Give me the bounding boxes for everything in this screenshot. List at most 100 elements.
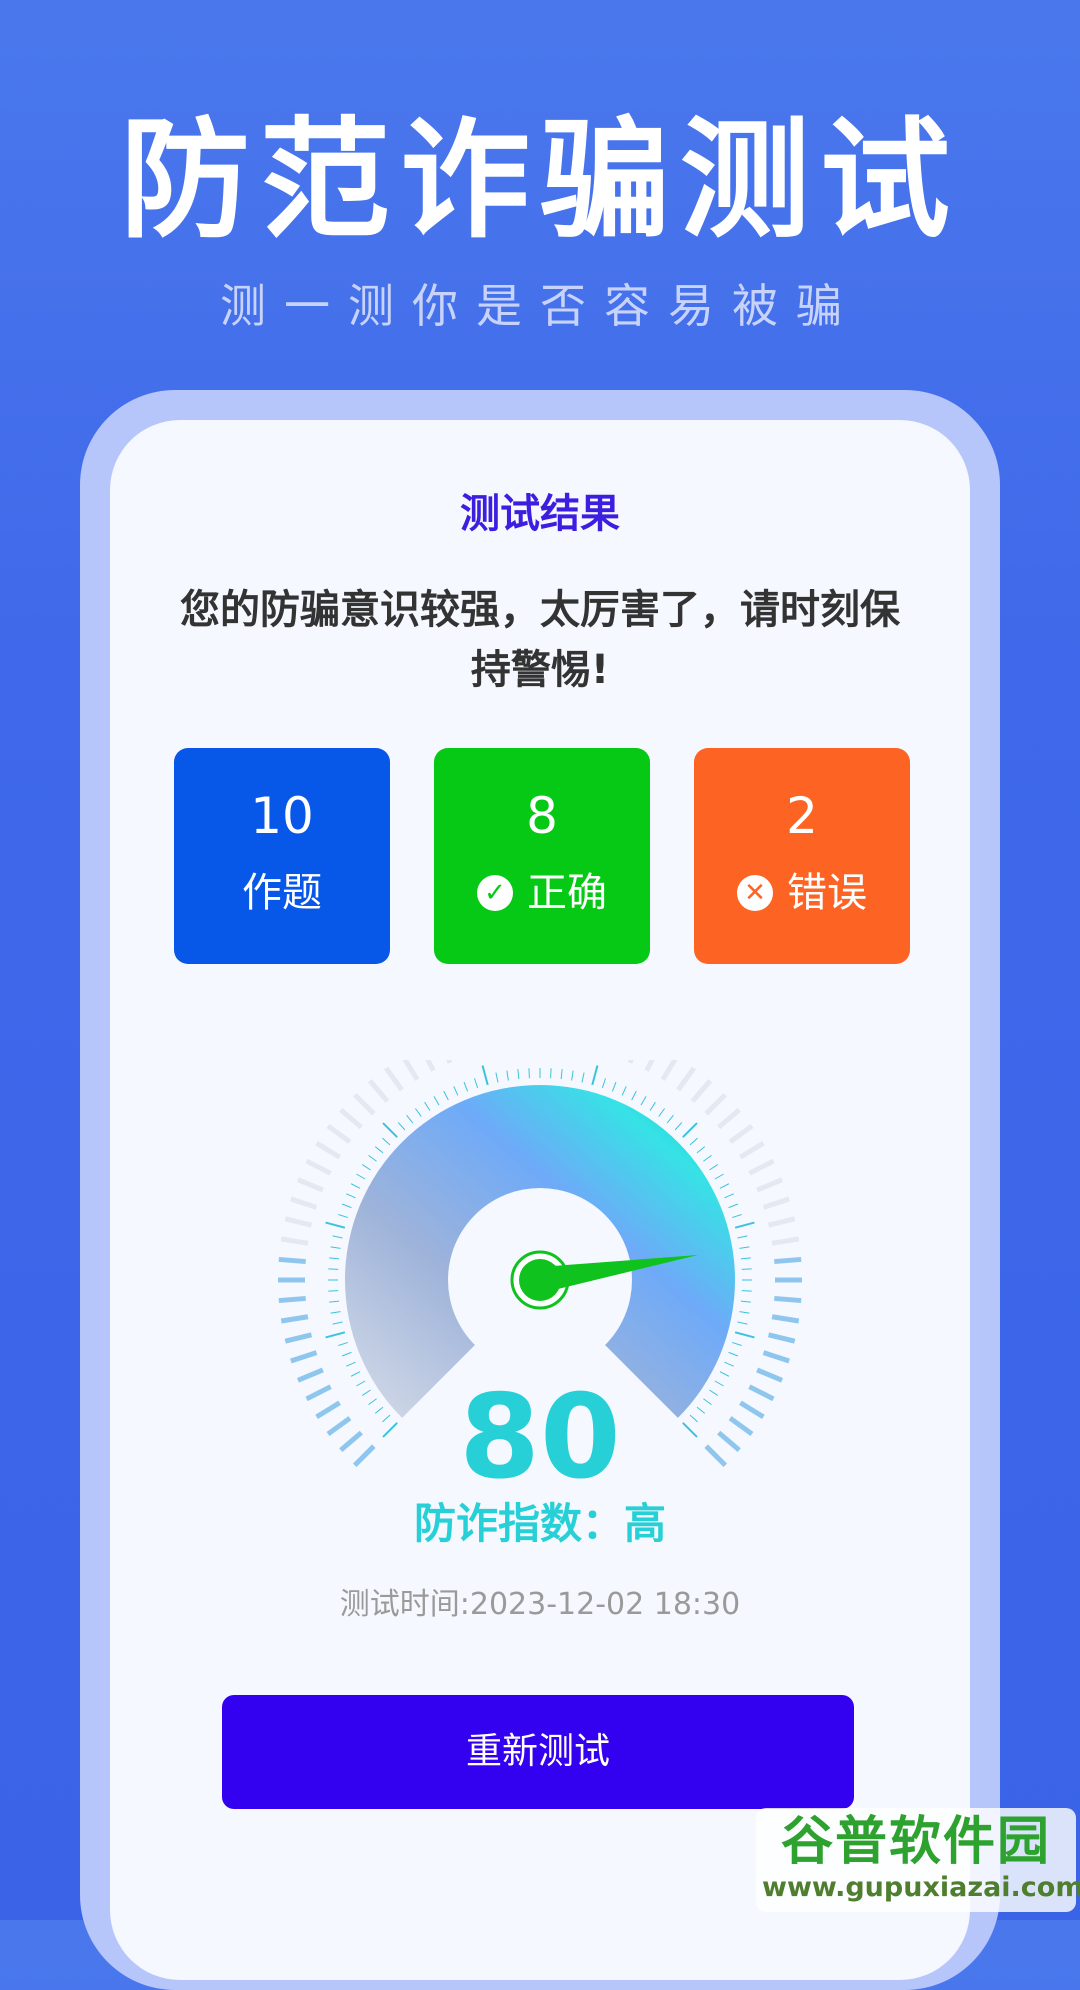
gauge-dash bbox=[367, 1079, 390, 1103]
gauge-tick bbox=[495, 1072, 499, 1083]
gauge-tick bbox=[463, 1081, 469, 1092]
gauge-tick bbox=[640, 1096, 647, 1106]
gauge-tick bbox=[433, 1096, 440, 1106]
gauge-dash bbox=[748, 1158, 775, 1176]
wrong-answers-card: 2 ✕ 错误 bbox=[694, 748, 910, 964]
gauge-tick bbox=[330, 1311, 341, 1314]
gauge-tick bbox=[741, 1290, 752, 1292]
gauge-dash bbox=[280, 1314, 309, 1324]
retest-button[interactable]: 重新测试 bbox=[222, 1695, 854, 1809]
gauge-dash bbox=[296, 1177, 324, 1193]
gauge-tick bbox=[406, 1114, 414, 1124]
gauge-dash bbox=[305, 1158, 332, 1176]
gauge-tick bbox=[382, 1137, 391, 1146]
correct-answers-card: 8 ✓ 正确 bbox=[434, 748, 650, 964]
gauge-tick bbox=[481, 1065, 489, 1086]
gauge-tick bbox=[719, 1183, 730, 1189]
gauge-tick bbox=[328, 1268, 339, 1270]
score-level: 防诈指数：高 bbox=[413, 1499, 666, 1548]
result-title: 测试结果 bbox=[460, 491, 620, 537]
gauge-tick bbox=[591, 1065, 599, 1086]
gauge-tick bbox=[560, 1069, 563, 1080]
gauge-tick bbox=[329, 1300, 340, 1303]
gauge-dash bbox=[339, 1107, 363, 1130]
gauge-tick bbox=[341, 1203, 352, 1209]
gauge-dash bbox=[660, 1060, 678, 1081]
gauge-tick bbox=[414, 1108, 422, 1117]
gauge-tick bbox=[740, 1300, 751, 1303]
page-subtitle: 测一测你是否容易被骗 bbox=[220, 279, 860, 333]
gauge-tick bbox=[696, 1146, 706, 1154]
gauge-tick bbox=[453, 1086, 459, 1096]
gauge-dash bbox=[774, 1295, 802, 1304]
gauge-dash bbox=[690, 1079, 713, 1103]
gauge-tick bbox=[714, 1173, 724, 1180]
gauge-tick bbox=[374, 1146, 384, 1154]
gauge-tick bbox=[739, 1246, 750, 1249]
gauge-tick bbox=[356, 1173, 366, 1180]
gauge-tick bbox=[338, 1214, 349, 1219]
test-time: 测试时间:2023-12-02 18:30 bbox=[339, 1587, 741, 1622]
correct-answers-value: 8 bbox=[526, 787, 558, 845]
gauge-tick bbox=[682, 1122, 698, 1138]
gauge-tick bbox=[329, 1257, 340, 1260]
gauge-tick bbox=[601, 1078, 606, 1089]
gauge-tick bbox=[703, 1154, 712, 1162]
gauge-dash bbox=[383, 1066, 404, 1092]
gauge-tick bbox=[443, 1090, 449, 1101]
gauge-tick bbox=[739, 1311, 750, 1314]
gauge-dash bbox=[352, 1092, 376, 1116]
gauge-dash bbox=[290, 1196, 318, 1210]
gauge-tick bbox=[368, 1154, 377, 1162]
gauge-dash bbox=[284, 1216, 313, 1228]
check-circle-icon: ✓ bbox=[477, 875, 513, 911]
gauge-tick bbox=[346, 1361, 356, 1367]
gauge-tick bbox=[517, 1069, 520, 1080]
gauge-tick bbox=[328, 1290, 339, 1292]
wrong-answers-value: 2 bbox=[786, 787, 818, 845]
gauge-tick bbox=[424, 1101, 431, 1111]
gauge-tick bbox=[611, 1081, 617, 1092]
gauge-tick bbox=[332, 1235, 343, 1239]
gauge-tick bbox=[689, 1137, 698, 1146]
watermark-url: www.gupuxiazai.com bbox=[762, 1872, 1080, 1903]
gauge-dash bbox=[767, 1332, 796, 1344]
gauge-dash bbox=[402, 1060, 420, 1081]
correct-answers-label: 正确 bbox=[527, 870, 607, 916]
gauge-dash bbox=[771, 1236, 800, 1246]
gauge-dash bbox=[280, 1236, 309, 1246]
gauge-dash bbox=[676, 1066, 697, 1092]
gauge-dash bbox=[762, 1196, 790, 1210]
total-questions-label: 作题 bbox=[242, 870, 322, 916]
gauge-tick bbox=[734, 1221, 755, 1229]
gauge-tick bbox=[325, 1221, 346, 1229]
page-title: 防范诈骗测试 bbox=[119, 104, 960, 256]
gauge-tick bbox=[325, 1331, 346, 1339]
gauge-tick bbox=[737, 1235, 748, 1239]
gauge-dash bbox=[284, 1332, 313, 1344]
gauge-dash bbox=[771, 1314, 800, 1324]
gauge-dash bbox=[739, 1140, 765, 1160]
watermark-brand: 谷普软件园 bbox=[780, 1812, 1051, 1872]
gauge-dash bbox=[774, 1256, 802, 1265]
gauge-tick bbox=[734, 1331, 755, 1339]
wrong-answers-label: 错误 bbox=[787, 870, 867, 916]
gauge-tick bbox=[506, 1070, 509, 1081]
gauge-tick bbox=[382, 1122, 398, 1138]
gauge-tick bbox=[621, 1086, 627, 1096]
gauge-dash bbox=[762, 1350, 790, 1364]
gauge-tick bbox=[332, 1321, 343, 1325]
gauge-dash bbox=[278, 1295, 306, 1304]
gauge-tick bbox=[731, 1341, 742, 1346]
gauge-tick bbox=[571, 1070, 574, 1081]
gauge-tick bbox=[330, 1246, 341, 1249]
gauge-tick bbox=[350, 1183, 361, 1189]
gauge-tick bbox=[731, 1214, 742, 1219]
gauge-tick bbox=[658, 1108, 666, 1117]
total-questions-card: 10 作题 bbox=[174, 748, 390, 964]
gauge-tick bbox=[361, 1164, 371, 1171]
gauge-dash bbox=[627, 1060, 634, 1064]
gauge-tick bbox=[581, 1072, 585, 1083]
gauge-dash bbox=[315, 1140, 341, 1160]
gauge-dash bbox=[767, 1216, 796, 1228]
